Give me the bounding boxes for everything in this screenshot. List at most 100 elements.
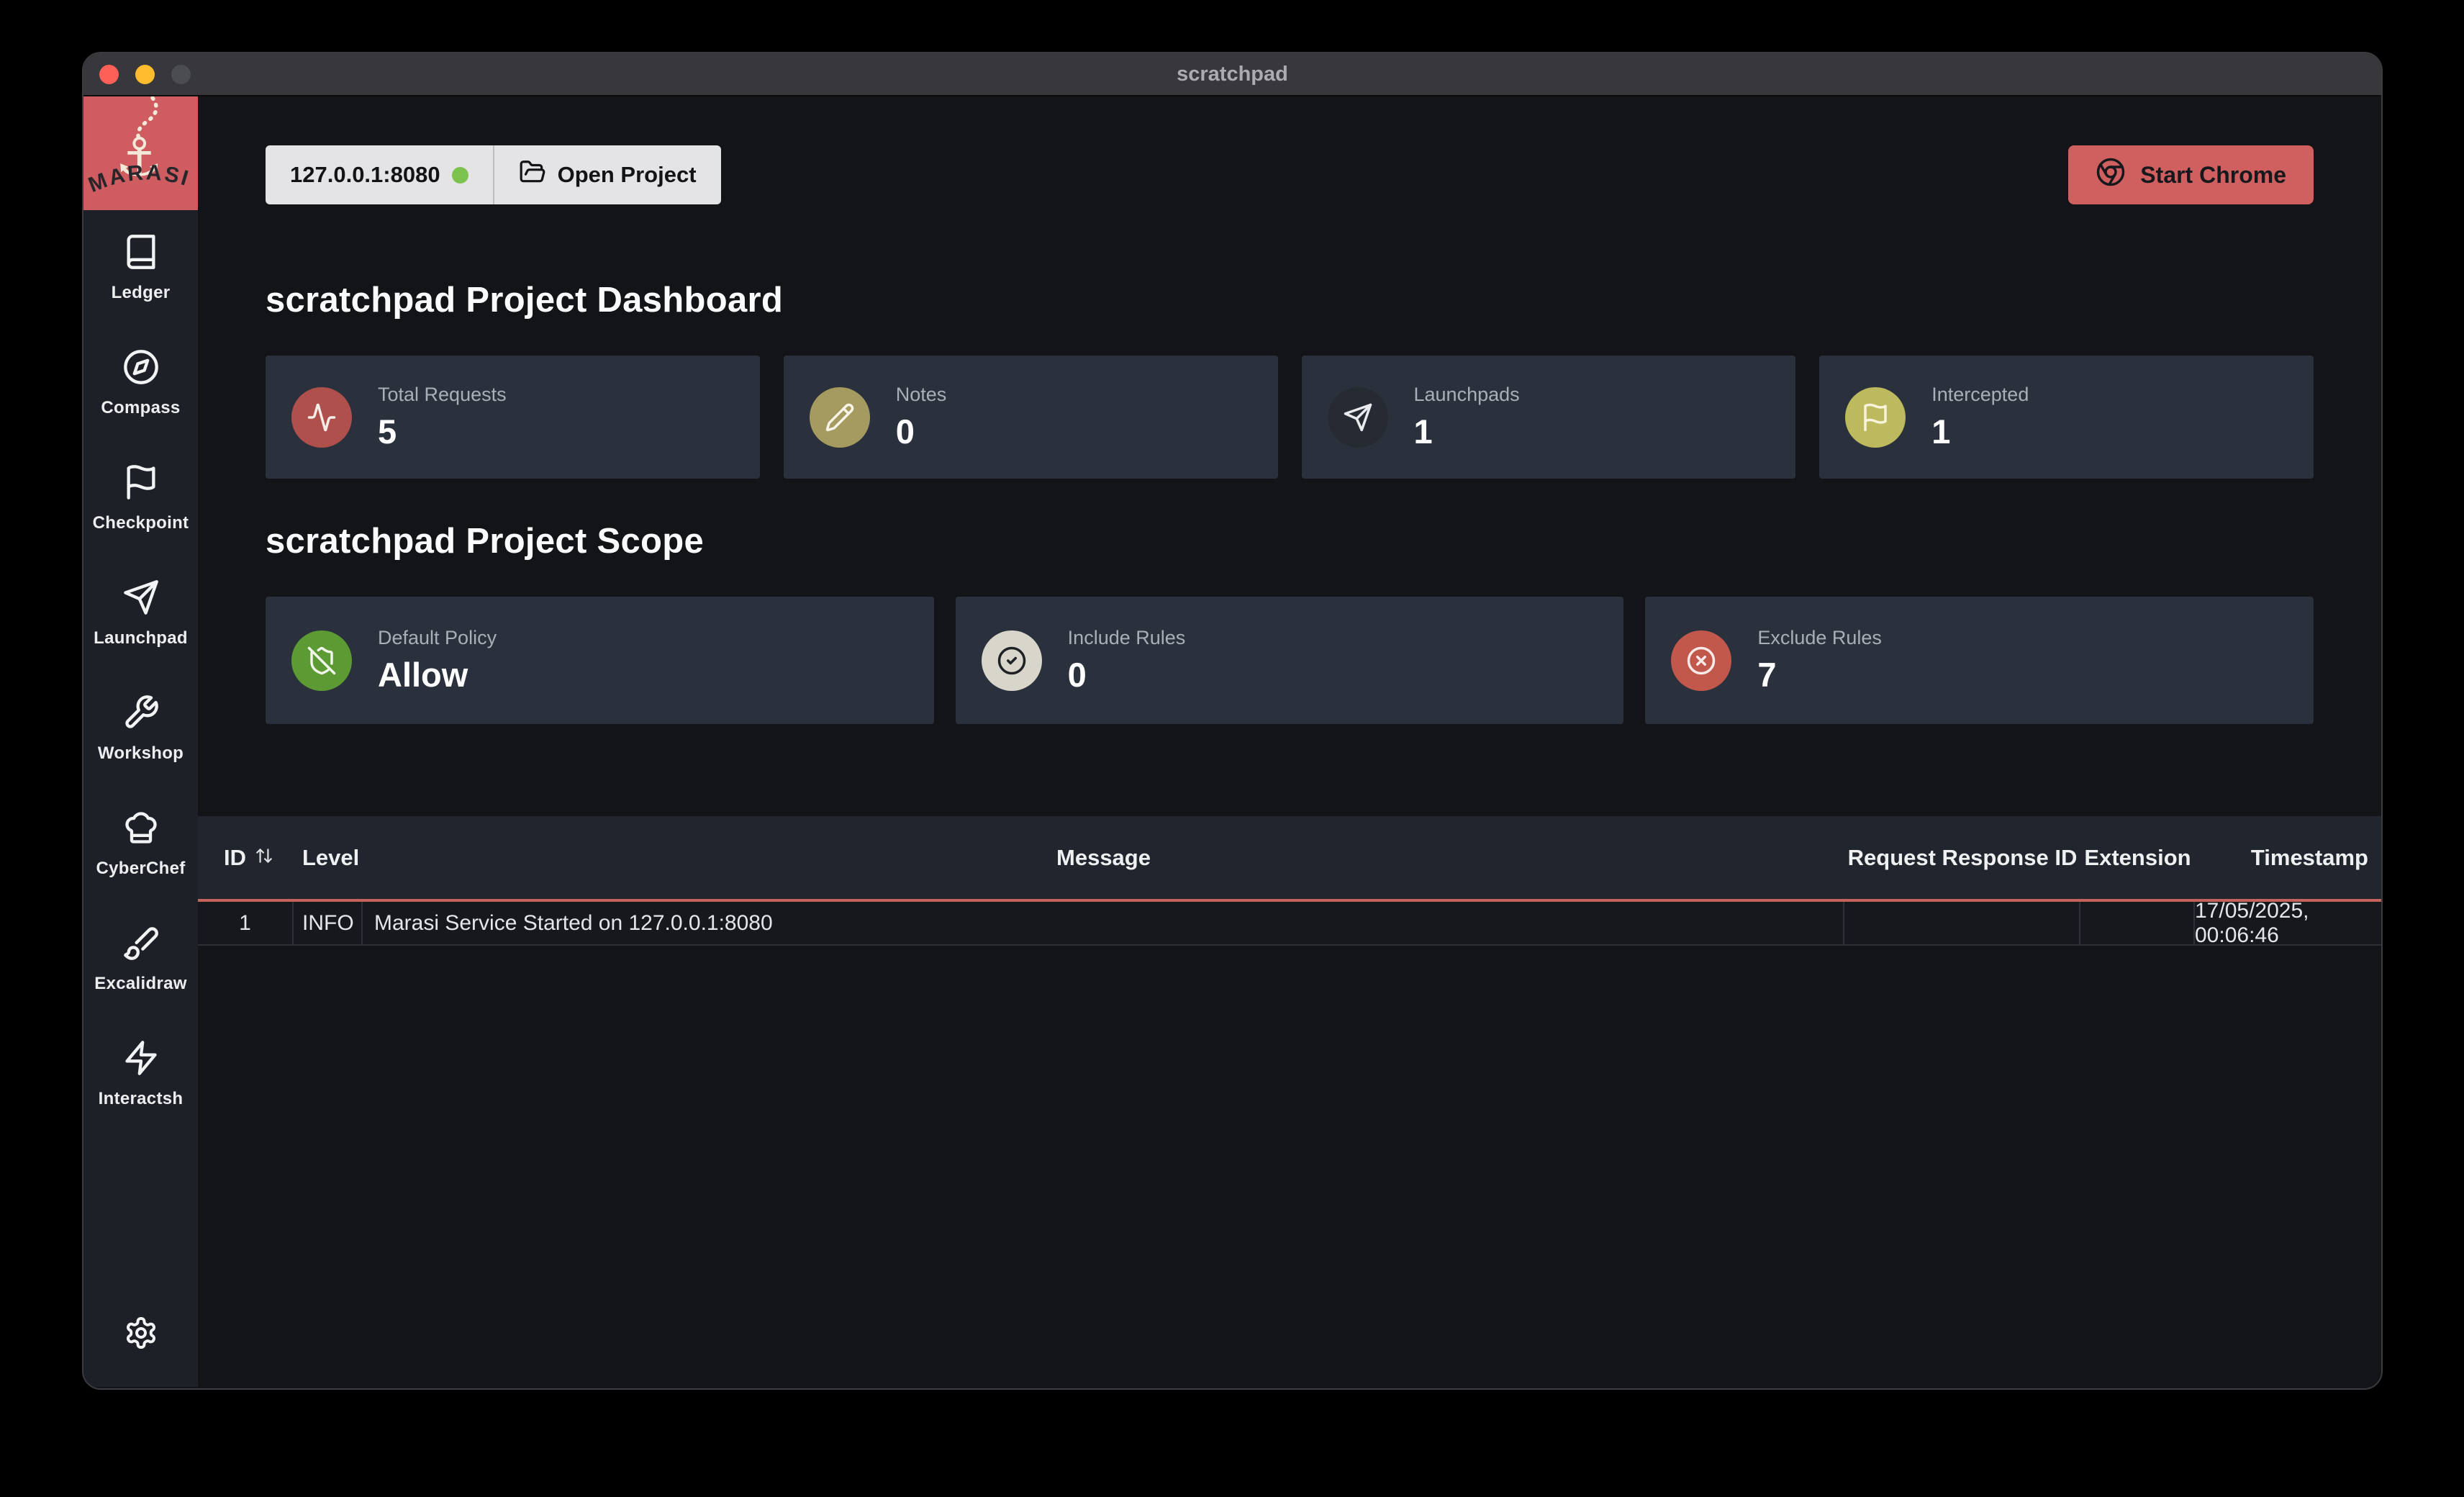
app-window: scratchpad ⚓ MARASI Ledger [82, 52, 2383, 1390]
compass-icon [122, 348, 160, 389]
sidebar-item-checkpoint[interactable]: Checkpoint [83, 440, 198, 556]
wrench-icon [122, 694, 160, 735]
sidebar-item-label: CyberChef [96, 859, 185, 879]
brush-icon [122, 924, 160, 965]
sidebar-item-label: Workshop [98, 743, 184, 764]
sidebar-item-label: Checkpoint [93, 513, 189, 533]
stat-card-intercepted: Intercepted 1 [1819, 356, 2314, 479]
sidebar-item-label: Compass [101, 398, 180, 418]
open-project-button[interactable]: Open Project [494, 145, 721, 204]
flag-icon [1845, 387, 1906, 448]
start-chrome-button[interactable]: Start Chrome [2068, 145, 2314, 204]
gear-icon [124, 1341, 158, 1353]
column-header-level: Level [294, 845, 363, 871]
column-label: ID [224, 845, 246, 871]
svg-text:MARASI: MARASI [85, 160, 193, 197]
log-table-row[interactable]: 1 INFO Marasi Service Started on 127.0.0… [198, 902, 2381, 946]
cell-extension [2080, 902, 2195, 944]
stat-card-launchpads: Launchpads 1 [1302, 356, 1796, 479]
minimize-button[interactable] [135, 65, 155, 84]
stat-value: 7 [1757, 655, 1882, 695]
circle-x-icon [1671, 630, 1731, 691]
close-button[interactable] [99, 65, 119, 84]
book-icon [122, 233, 160, 274]
activity-icon [291, 387, 352, 448]
stat-value: 1 [1414, 412, 1520, 451]
main-content: 127.0.0.1:8080 Open Project Start Chrome… [198, 96, 2381, 1387]
scope-cards: Default Policy Allow Include Rules 0 Exc… [266, 597, 2314, 724]
sidebar-item-label: Launchpad [94, 628, 188, 648]
anchor-logo-icon: ⚓ MARASI [83, 96, 198, 210]
column-header-message: Message [363, 845, 1844, 871]
title-bar: scratchpad [83, 53, 2381, 96]
cell-level: INFO [294, 902, 363, 944]
stat-label: Notes [896, 384, 947, 406]
start-chrome-label: Start Chrome [2140, 162, 2286, 189]
sidebar: ⚓ MARASI Ledger Compass [83, 96, 198, 1387]
proxy-address-group: 127.0.0.1:8080 Open Project [266, 145, 721, 204]
stat-card-total-requests: Total Requests 5 [266, 356, 760, 479]
column-header-request-response-id: Request Response ID [1844, 845, 2080, 871]
stat-value: 5 [378, 412, 507, 451]
column-header-timestamp: Timestamp [2195, 845, 2381, 871]
stat-value: 0 [896, 412, 947, 451]
proxy-address-text: 127.0.0.1:8080 [290, 162, 440, 188]
chrome-icon [2096, 157, 2126, 193]
marasi-logo: ⚓ MARASI [83, 96, 198, 210]
proxy-status-dot [452, 167, 468, 184]
sidebar-item-compass[interactable]: Compass [83, 325, 198, 440]
cell-request-response-id [1844, 902, 2080, 944]
zap-icon [122, 1039, 160, 1080]
stat-label: Default Policy [378, 627, 497, 649]
log-table-header: ID Level Message Request Response ID Ext… [198, 816, 2381, 902]
stat-label: Exclude Rules [1757, 627, 1882, 649]
send-icon [1328, 387, 1388, 448]
dashboard-title: scratchpad Project Dashboard [266, 282, 2314, 318]
send-icon [122, 579, 160, 620]
scope-card-default-policy: Default Policy Allow [266, 597, 934, 724]
scope-card-include-rules: Include Rules 0 [956, 597, 1624, 724]
logo-text: MARASI [85, 160, 193, 197]
cell-id: 1 [198, 902, 294, 944]
circle-check-icon [982, 630, 1042, 691]
sidebar-item-interactsh[interactable]: Interactsh [83, 1016, 198, 1131]
window-title: scratchpad [1177, 63, 1288, 86]
cell-timestamp: 17/05/2025, 00:06:46 [2195, 902, 2381, 944]
sort-icon [255, 845, 273, 871]
settings-button[interactable] [124, 1316, 158, 1354]
sidebar-item-label: Interactsh [99, 1089, 184, 1109]
proxy-address[interactable]: 127.0.0.1:8080 [266, 145, 493, 204]
stat-label: Intercepted [1931, 384, 2029, 406]
stat-card-notes: Notes 0 [784, 356, 1278, 479]
scope-title: scratchpad Project Scope [266, 523, 2314, 559]
top-bar: 127.0.0.1:8080 Open Project Start Chrome [266, 145, 2314, 204]
scope-card-exclude-rules: Exclude Rules 7 [1645, 597, 2314, 724]
cell-message: Marasi Service Started on 127.0.0.1:8080 [363, 902, 1844, 944]
folder-open-icon [519, 158, 546, 191]
stat-value: 0 [1068, 655, 1186, 695]
sidebar-item-excalidraw[interactable]: Excalidraw [83, 901, 198, 1016]
column-header-extension: Extension [2080, 845, 2195, 871]
sidebar-nav: Ledger Compass Checkpoint Launchpad Work… [83, 210, 198, 1131]
sidebar-item-label: Ledger [112, 283, 171, 303]
traffic-lights [99, 53, 191, 95]
sidebar-item-launchpad[interactable]: Launchpad [83, 556, 198, 671]
chef-hat-icon [122, 809, 160, 850]
flag-icon [122, 463, 160, 505]
stat-label: Include Rules [1068, 627, 1186, 649]
dashboard-cards: Total Requests 5 Notes 0 Launchpads 1 [266, 356, 2314, 479]
stat-value: Allow [378, 655, 497, 695]
pencil-icon [810, 387, 870, 448]
open-project-label: Open Project [558, 162, 697, 188]
stat-label: Launchpads [1414, 384, 1520, 406]
stat-label: Total Requests [378, 384, 507, 406]
sidebar-item-label: Excalidraw [94, 974, 186, 994]
sidebar-item-ledger[interactable]: Ledger [83, 210, 198, 325]
zoom-button[interactable] [171, 65, 191, 84]
sidebar-item-cyberchef[interactable]: CyberChef [83, 786, 198, 901]
sidebar-item-workshop[interactable]: Workshop [83, 671, 198, 786]
stat-value: 1 [1931, 412, 2029, 451]
column-header-id[interactable]: ID [198, 845, 294, 871]
shield-off-icon [291, 630, 352, 691]
log-table: ID Level Message Request Response ID Ext… [198, 816, 2381, 946]
